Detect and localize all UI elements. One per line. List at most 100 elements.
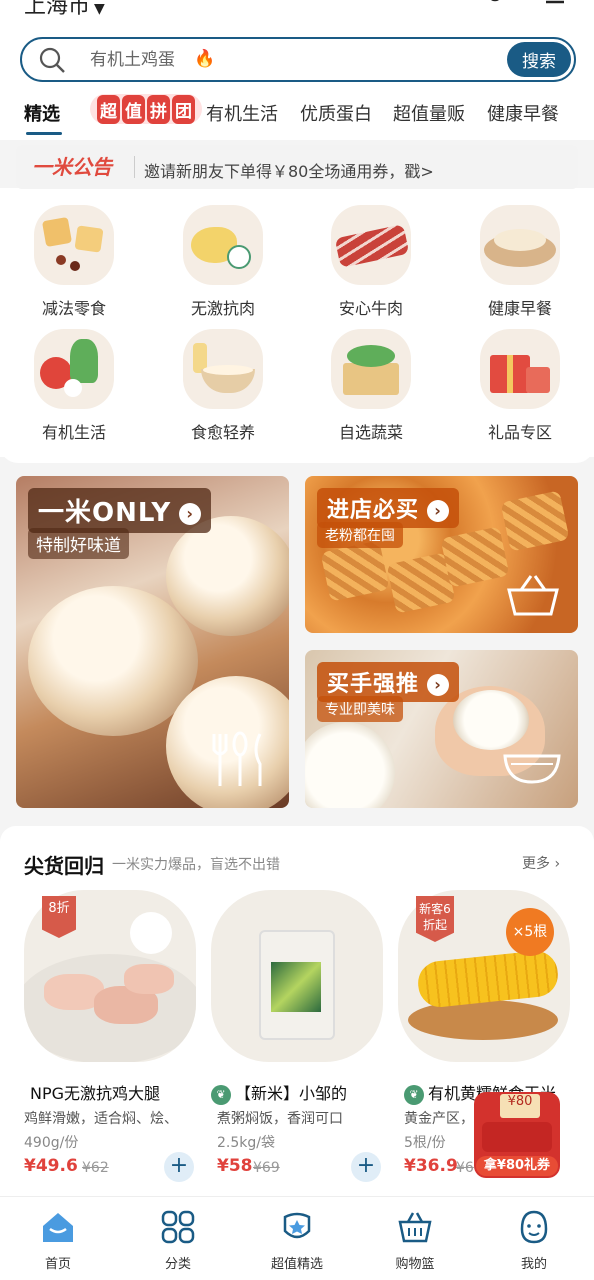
- category-label: 自选蔬菜: [338, 423, 403, 442]
- product-desc: 鸡鲜滑嫩，适合焖、烩、: [24, 1111, 178, 1127]
- announcement-text: 邀请新朋友下单得￥80全场通用券，戳>: [144, 162, 434, 181]
- category-breakfast[interactable]: 健康早餐: [460, 195, 580, 318]
- city-label: 上海市: [24, 0, 91, 19]
- tab-underline: [26, 132, 62, 135]
- nav-basket[interactable]: 购物篮: [365, 1209, 465, 1275]
- tab-selected[interactable]: 精选: [24, 100, 60, 126]
- nav-label: 我的: [520, 1257, 547, 1272]
- tab-group-buy-char: 超: [97, 94, 120, 124]
- banner-subtitle: 老粉都在囤: [317, 522, 403, 548]
- rice-cracker-image: [440, 526, 510, 588]
- product-spec: 5根/份: [404, 1135, 446, 1151]
- product-desc: 煮粥焖饭，香润可口: [217, 1111, 343, 1127]
- search-button[interactable]: 搜索: [507, 42, 571, 77]
- tab-quality-protein[interactable]: 优质蛋白: [300, 100, 372, 126]
- add-to-cart-button[interactable]: +: [164, 1152, 194, 1182]
- snack-icon: [34, 205, 114, 285]
- category-label: 健康早餐: [487, 299, 552, 318]
- banner-title: 一米ONLY ›: [28, 488, 212, 533]
- category-grid: 减法零食 无激抗肉 安心牛肉 健康早餐 有机生活 食愈轻养 自选蔬菜 礼品专区: [0, 195, 594, 457]
- product-price: ¥49.6: [24, 1156, 78, 1176]
- product-spec: 2.5kg/袋: [217, 1135, 275, 1151]
- veg-box-icon: [331, 329, 411, 409]
- basket-icon: [507, 575, 559, 616]
- banner-yimi-only[interactable]: 一米ONLY › 特制好味道: [16, 476, 289, 808]
- product-name: NPG无激抗鸡大腿: [30, 1084, 161, 1103]
- banner-buyer-recommend[interactable]: 买手强推 › 专业即美味: [305, 650, 578, 808]
- top-bar: 上海市▼ 🔥 搜索 精选 超 值 拼 团 有机生活 优质蛋白 超值量贩 健康早餐: [0, 0, 594, 140]
- category-beef[interactable]: 安心牛肉: [311, 195, 431, 318]
- tab-group-buy-char: 拼: [147, 94, 170, 124]
- chicken-icon: [183, 205, 263, 285]
- city-selector[interactable]: 上海市 ▼: [24, 0, 105, 20]
- nav-value-picks[interactable]: 超值精选: [247, 1209, 347, 1275]
- chevron-down-icon: ▼: [94, 1, 105, 17]
- customer-service-icon[interactable]: [478, 0, 512, 12]
- category-organic[interactable]: 有机生活: [14, 319, 134, 442]
- category-icon: [161, 1210, 195, 1244]
- tab-healthy-breakfast[interactable]: 健康早餐: [487, 100, 559, 126]
- chevron-right-icon: ›: [554, 856, 561, 872]
- floating-coupon[interactable]: ¥80 拿¥80礼券: [474, 1092, 560, 1178]
- nav-label: 分类: [164, 1257, 191, 1272]
- message-icon[interactable]: [538, 0, 572, 12]
- arrow-right-icon: ›: [427, 500, 450, 522]
- category-snacks[interactable]: 减法零食: [14, 195, 134, 318]
- more-link[interactable]: 更多 ›: [522, 853, 560, 873]
- organic-leaf-icon: ❦: [404, 1085, 424, 1105]
- vegetable-icon: [34, 329, 114, 409]
- category-label: 有机生活: [41, 423, 106, 442]
- coupon-amount: ¥80: [500, 1094, 540, 1118]
- bottom-navigation: 首页 分类 超值精选 购物篮 我的: [0, 1196, 594, 1280]
- rice-pile-image: [453, 690, 529, 750]
- coupon-label: 拿¥80礼券: [476, 1156, 558, 1176]
- search-icon: [39, 47, 65, 73]
- nav-profile[interactable]: 我的: [484, 1209, 584, 1275]
- category-label: 安心牛肉: [338, 299, 403, 318]
- porridge-icon: [183, 329, 263, 409]
- tab-bulk-value[interactable]: 超值量贩: [393, 100, 465, 126]
- nav-home[interactable]: 首页: [8, 1209, 108, 1275]
- product-name: ❦ 【新米】小邹的: [211, 1080, 381, 1105]
- dumpling-image: [166, 516, 289, 636]
- divider: [134, 156, 135, 178]
- discount-badge: 8折: [42, 896, 76, 938]
- banner-subtitle: 专业即美味: [317, 696, 403, 722]
- product-original-price: ¥69: [253, 1160, 280, 1176]
- product-original-price: ¥62: [82, 1160, 109, 1176]
- product-image: [211, 890, 383, 1062]
- rice-cracker-image: [500, 490, 570, 552]
- home-icon: [43, 1213, 73, 1242]
- search-bar[interactable]: 🔥 搜索: [20, 37, 576, 82]
- rice-bowl-icon: [503, 754, 561, 784]
- product-price: ¥36.9: [404, 1156, 458, 1176]
- npg-logo: [130, 912, 172, 954]
- breakfast-icon: [480, 205, 560, 285]
- beef-icon: [331, 205, 411, 285]
- arrow-right-icon: ›: [179, 502, 202, 525]
- search-input[interactable]: [90, 47, 450, 73]
- red-envelope-icon: [482, 1122, 552, 1152]
- fire-icon: 🔥: [194, 49, 216, 69]
- product-original-price: ¥6: [456, 1160, 474, 1176]
- add-to-cart-button[interactable]: +: [351, 1152, 381, 1182]
- announcement-logo: 一米公告: [32, 155, 112, 179]
- product-card[interactable]: ❦ 【新米】小邹的 煮粥焖饭，香润可口 2.5kg/袋 ¥58 ¥69 +: [211, 890, 383, 1190]
- category-vegetables[interactable]: 自选蔬菜: [311, 319, 431, 442]
- announcement-bar[interactable]: 一米公告 邀请新朋友下单得￥80全场通用券，戳>: [16, 145, 578, 189]
- nav-category[interactable]: 分类: [128, 1209, 228, 1275]
- tab-group-buy[interactable]: 超 值 拼 团: [90, 94, 202, 124]
- tab-organic-life[interactable]: 有机生活: [206, 100, 278, 126]
- banner-must-buy[interactable]: 进店必买 › 老粉都在囤: [305, 476, 578, 633]
- nav-label: 购物篮: [395, 1257, 435, 1272]
- product-card[interactable]: 8折 NPG无激抗鸡大腿 鸡鲜滑嫩，适合焖、烩、 490g/份 ¥49.6 ¥6…: [24, 890, 196, 1190]
- category-tabs: 精选 超 值 拼 团 有机生活 优质蛋白 超值量贩 健康早餐: [0, 92, 594, 138]
- section-subtitle: 一米实力爆品，盲选不出错: [112, 857, 280, 873]
- rice-bowl-image: [305, 722, 395, 808]
- utensils-icon: [212, 731, 262, 786]
- nav-label: 超值精选: [270, 1257, 323, 1272]
- category-chicken[interactable]: 无激抗肉: [163, 195, 283, 318]
- category-light-food[interactable]: 食愈轻养: [163, 319, 283, 442]
- tab-group-buy-char: 团: [172, 94, 195, 124]
- category-gifts[interactable]: 礼品专区: [460, 319, 580, 442]
